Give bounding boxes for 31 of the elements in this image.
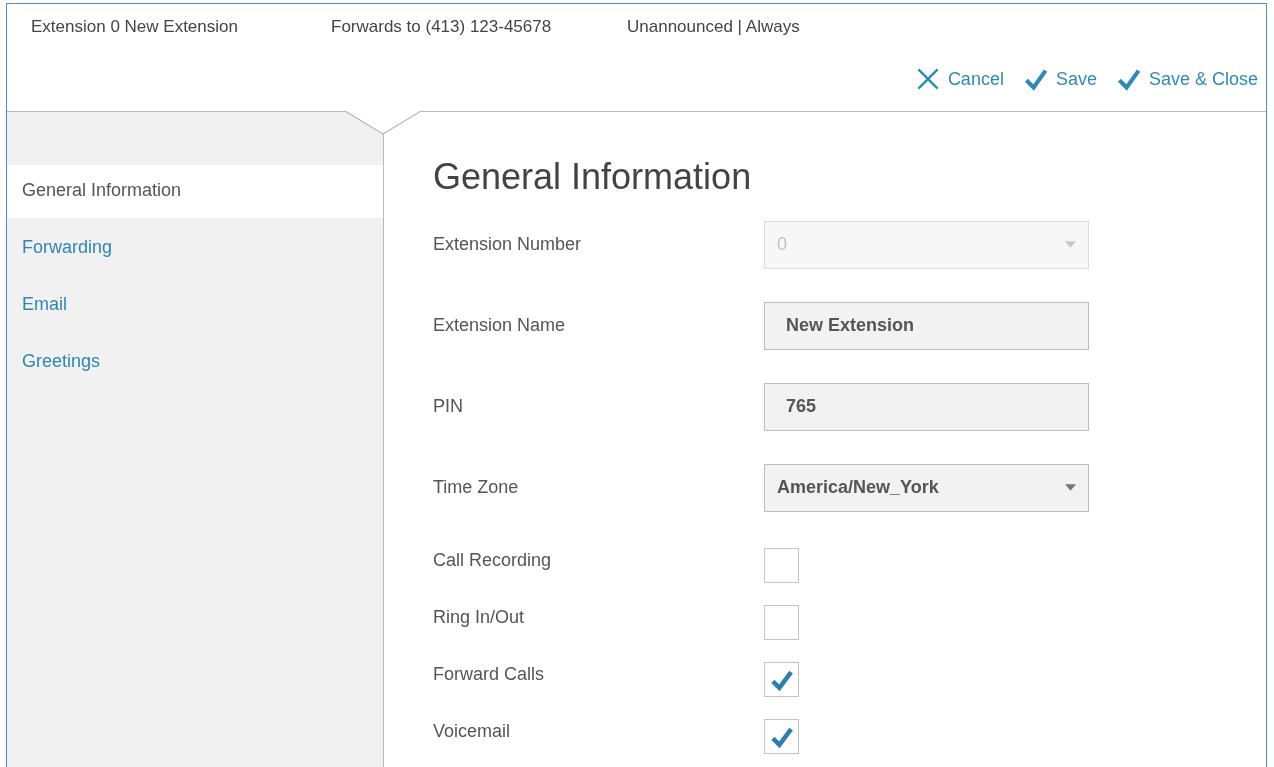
field-label: PIN <box>433 396 464 417</box>
field-label: Voicemail <box>433 720 512 742</box>
field-label: Forward Calls <box>433 663 546 685</box>
dropdown-field[interactable]: America/New_York <box>764 463 1089 512</box>
header-summary-text: Forwards to (413) 123-45678 <box>331 17 553 37</box>
input-field[interactable]: 765 <box>764 382 1089 431</box>
form-title: General Information <box>433 156 753 198</box>
sidebar-item[interactable]: Email <box>7 279 383 336</box>
caret-icon <box>1065 484 1076 491</box>
field-label: Time Zone <box>433 477 520 498</box>
save-button[interactable]: Save <box>1023 67 1097 91</box>
close-icon <box>915 67 940 91</box>
checkbox[interactable] <box>764 719 799 754</box>
save-button[interactable]: Save & Close <box>1116 67 1258 91</box>
sidebar-item[interactable]: Greetings <box>7 336 383 393</box>
header-summary-text: Unannounced | Always <box>627 17 800 37</box>
field-label: Extension Number <box>433 234 583 255</box>
input-field[interactable]: New Extension <box>764 301 1089 350</box>
checkbox[interactable] <box>764 548 799 583</box>
field-label: Call Recording <box>433 549 553 571</box>
caret-icon <box>1065 241 1076 248</box>
sidebar-item[interactable]: Forwarding <box>7 222 383 279</box>
sidebar-item[interactable]: General Information <box>7 165 383 218</box>
checkbox[interactable] <box>764 662 799 697</box>
field-label: Extension Name <box>433 315 567 336</box>
field-label: Ring In/Out <box>433 606 526 628</box>
checkmark-icon <box>1116 67 1141 91</box>
checkbox[interactable] <box>764 605 799 640</box>
checkmark-icon <box>1023 67 1048 91</box>
cancel-button[interactable]: Cancel <box>915 67 1004 91</box>
header-summary-text: Extension 0 New Extension <box>31 17 239 37</box>
